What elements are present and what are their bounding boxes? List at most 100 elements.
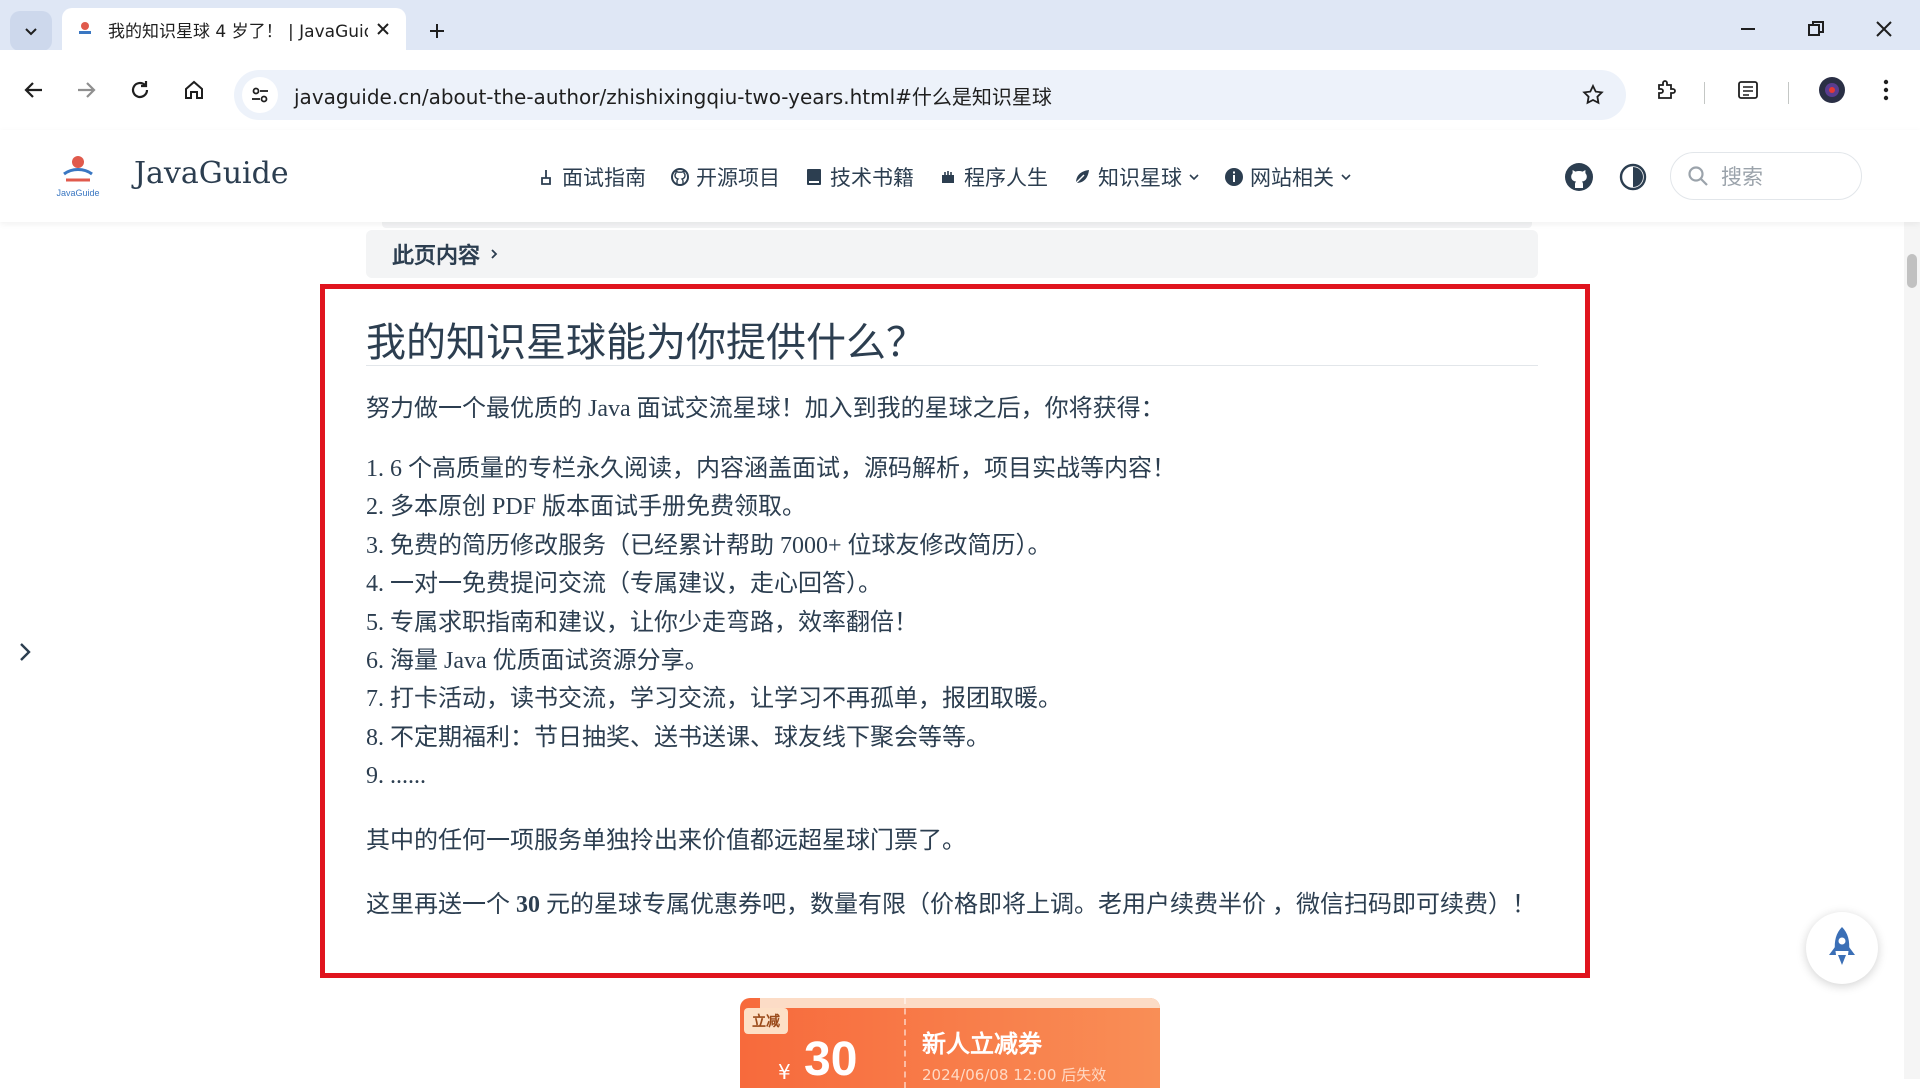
coupon-text-pre: 这里再送一个 (366, 892, 516, 918)
section-heading: 我的知识星球能为你提供什么？ (366, 320, 926, 366)
list-item: 3. 免费的简历修改服务（已经累计帮助 7000+ 位球友修改简历）。 (366, 532, 1052, 559)
list-item: 1. 6 个高质量的专栏永久阅读，内容涵盖面试，源码解析，项目实战等内容！ (366, 456, 1176, 482)
nav-item-planet[interactable]: 知识星球 (1072, 162, 1200, 192)
github-link-icon[interactable] (1562, 160, 1596, 194)
leaf-icon (1072, 167, 1092, 187)
tab-search-button[interactable] (10, 11, 52, 51)
benefits-list: 1. 6 个高质量的专栏永久阅读，内容涵盖面试，源码解析，项目实战等内容！ 2.… (366, 450, 1176, 796)
value-paragraph: 其中的任何一项服务单独拎出来价值都远超星球门票了。 (366, 828, 966, 854)
arrow-right-icon (78, 82, 96, 98)
info-icon (1224, 167, 1244, 187)
list-item: 7. 打卡活动，读书交流，学习交流，让学习不再孤单，报团取暖。 (366, 686, 1062, 713)
toc-label: 此页内容 (392, 244, 481, 269)
minimize-icon (1741, 28, 1755, 30)
search-placeholder: 搜索 (1721, 165, 1763, 189)
list-item: 5. 专属求职指南和建议，让你少走弯路，效率翻倍！ (366, 609, 918, 636)
minimize-button[interactable] (1728, 12, 1768, 46)
close-window-button[interactable] (1864, 12, 1904, 46)
coupon-tag: 立减 (744, 1008, 788, 1034)
book-icon (804, 167, 824, 187)
coupon-backdrop (760, 998, 1160, 1008)
site-info-icon[interactable] (242, 77, 278, 113)
github-icon (670, 167, 690, 187)
new-tab-button[interactable] (420, 14, 454, 48)
scrollbar-thumb[interactable] (1907, 254, 1917, 288)
nav-label: 面试指南 (562, 166, 646, 190)
home-icon (185, 80, 203, 99)
chevron-down-icon (1189, 174, 1199, 181)
interview-icon (536, 167, 556, 187)
reading-list-button[interactable] (1730, 72, 1766, 108)
nav-label: 知识星球 (1098, 166, 1182, 190)
list-item: 4. 一对一免费提问交流（专属建议，走心回答）。 (366, 571, 882, 598)
toc-toggle[interactable]: 此页内容 (366, 230, 1538, 278)
back-button[interactable] (14, 70, 54, 110)
coupon-image: 立减 ¥ 30 新人立减券 2024/06/08 12:00 后失效 (740, 998, 1160, 1088)
tab-title: 我的知识星球 4 岁了！ | JavaGuide (108, 21, 368, 42)
back-to-top-button[interactable] (1806, 912, 1878, 984)
chevron-down-icon (25, 28, 37, 36)
site-logo[interactable]: JavaGuide (50, 152, 106, 200)
main-nav: 面试指南 开源项目 技术书籍 程序人生 知识星球 网站相关 (536, 162, 1352, 192)
coupon-paragraph: 这里再送一个 30 元的星球专属优惠券吧，数量有限（价格即将上调。老用户续费半价… (366, 886, 1546, 924)
plus-icon (430, 24, 444, 38)
coupon-text-post: 元的星球专属优惠券吧，数量有限（价格即将上调。老用户续费半价 ，微信扫码即可续费… (540, 892, 1536, 918)
home-button[interactable] (174, 70, 214, 110)
list-item: 2. 多本原创 PDF 版本面试手册免费领取。 (366, 494, 807, 521)
theme-toggle-icon[interactable] (1616, 160, 1650, 194)
browser-toolbar: javaguide.cn/about-the-author/zhishixing… (0, 50, 1920, 130)
nav-item-interview[interactable]: 面试指南 (536, 162, 646, 192)
intro-paragraph: 努力做一个最优质的 Java 面试交流星球！加入到我的星球之后，你将获得： (366, 396, 1165, 422)
nav-item-books[interactable]: 技术书籍 (804, 162, 914, 192)
extensions-button[interactable] (1648, 72, 1684, 108)
sidebar-toggle[interactable] (10, 632, 40, 672)
arrow-left-icon (24, 82, 42, 98)
browser-menu-button[interactable] (1868, 72, 1904, 108)
list-item: 6. 海量 Java 优质面试资源分享。 (366, 647, 709, 674)
toolbar-divider (1788, 82, 1789, 104)
bookmark-star-icon[interactable] (1578, 80, 1608, 110)
site-navbar: JavaGuide JavaGuide 面试指南 开源项目 技术书籍 程序人生 … (0, 130, 1920, 222)
restore-button[interactable] (1796, 12, 1836, 46)
chevron-right-icon (20, 643, 31, 661)
heading-divider (366, 365, 1538, 366)
nav-label: 程序人生 (964, 166, 1048, 190)
chevron-right-icon (488, 247, 500, 261)
list-item: 8. 不定期福利：节日抽奖、送书送课、球友线下聚会等等。 (366, 724, 990, 751)
browser-tab-active[interactable]: 我的知识星球 4 岁了！ | JavaGuide (62, 8, 406, 50)
nav-item-opensource[interactable]: 开源项目 (670, 162, 780, 192)
coupon-currency: ¥ (778, 1060, 791, 1084)
search-icon (1688, 166, 1708, 186)
reload-icon (131, 81, 149, 99)
profile-avatar[interactable] (1814, 72, 1850, 108)
more-vertical-icon (1883, 79, 1889, 101)
address-bar[interactable]: javaguide.cn/about-the-author/zhishixing… (234, 70, 1626, 120)
restore-icon (1808, 21, 1824, 36)
puzzle-icon (1658, 80, 1676, 99)
chevron-down-icon (1341, 174, 1351, 181)
toolbar-divider (1704, 82, 1705, 104)
tab-close-icon[interactable] (372, 18, 394, 40)
coupon-expiry: 2024/06/08 12:00 后失效 (922, 1066, 1107, 1084)
reading-list-icon (1738, 81, 1758, 99)
coupon-amount-text: 30 (516, 892, 540, 918)
nav-item-site[interactable]: 网站相关 (1224, 162, 1352, 192)
avatar-icon (1819, 77, 1845, 103)
forward-button[interactable] (66, 70, 106, 110)
nav-label: 网站相关 (1250, 166, 1334, 190)
logo-text: JavaGuide (56, 188, 99, 198)
nav-label: 开源项目 (696, 166, 780, 190)
life-icon (938, 167, 958, 187)
coupon-name: 新人立减券 (922, 1030, 1042, 1058)
close-icon (1876, 21, 1892, 37)
browser-tab-bar: 我的知识星球 4 岁了！ | JavaGuide (0, 0, 1920, 51)
site-brand[interactable]: JavaGuide (134, 156, 289, 191)
list-item: 9. ...... (366, 763, 426, 790)
search-input[interactable]: 搜索 (1670, 152, 1862, 200)
coupon-divider (904, 998, 906, 1088)
nav-item-life[interactable]: 程序人生 (938, 162, 1048, 192)
reload-button[interactable] (120, 70, 160, 110)
page-scrollbar[interactable] (1904, 222, 1920, 1079)
rocket-icon (1829, 927, 1855, 965)
url-text: javaguide.cn/about-the-author/zhishixing… (294, 84, 1052, 109)
